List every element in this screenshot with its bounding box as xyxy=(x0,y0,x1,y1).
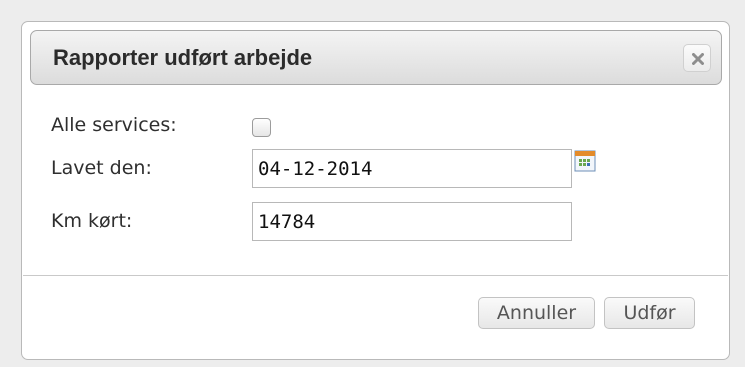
submit-button[interactable]: Udfør xyxy=(604,297,695,329)
all-services-checkbox[interactable] xyxy=(252,118,271,137)
footer-divider xyxy=(23,275,728,276)
done-date-label: Lavet den: xyxy=(51,157,152,179)
close-button[interactable] xyxy=(683,44,711,72)
close-icon xyxy=(692,53,704,65)
cancel-button[interactable]: Annuller xyxy=(478,297,595,329)
dialog-titlebar[interactable]: Rapporter udført arbejde xyxy=(30,30,722,85)
done-date-input[interactable] xyxy=(252,149,572,188)
dialog-title: Rapporter udført arbejde xyxy=(53,45,313,70)
km-driven-input[interactable] xyxy=(252,202,572,241)
km-driven-label: Km kørt: xyxy=(51,210,133,232)
report-work-dialog: Rapporter udført arbejde Alle services: … xyxy=(21,21,730,360)
all-services-label: Alle services: xyxy=(51,114,177,136)
calendar-icon[interactable] xyxy=(574,150,596,172)
